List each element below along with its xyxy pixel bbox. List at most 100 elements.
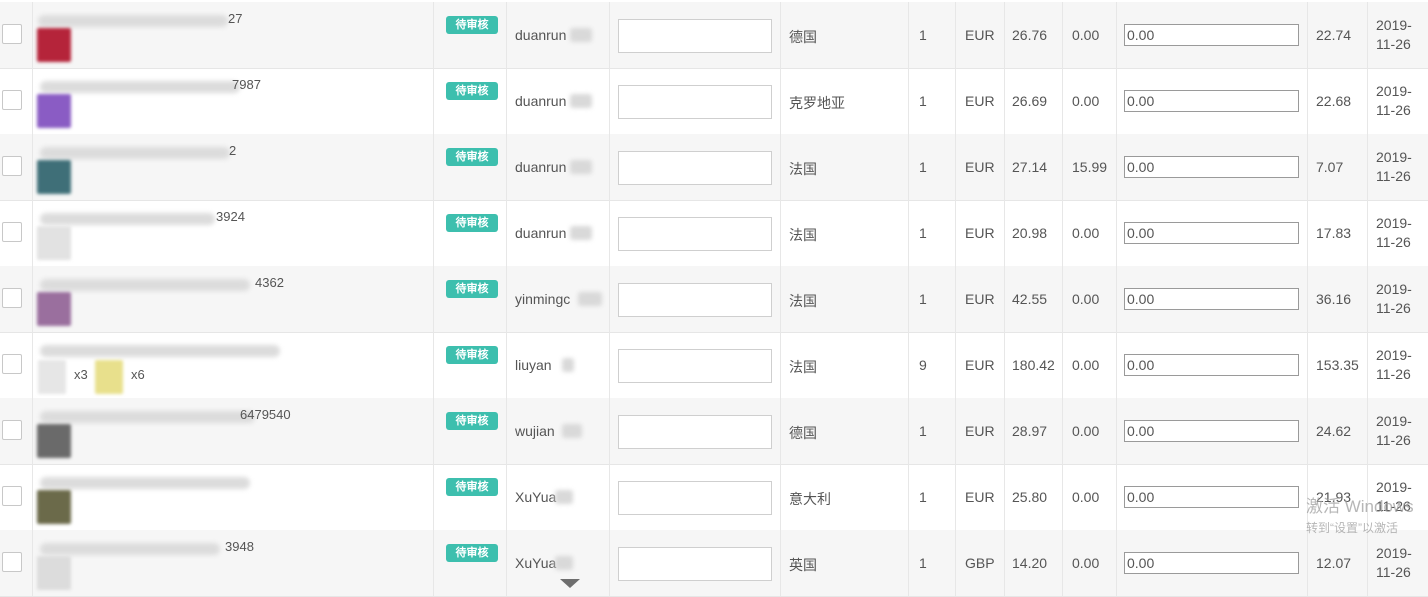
column-divider bbox=[609, 134, 610, 200]
sku-blurred bbox=[40, 147, 230, 159]
product-thumbnail[interactable] bbox=[37, 28, 71, 62]
column-divider bbox=[609, 200, 610, 266]
column-divider bbox=[955, 398, 956, 464]
order-date-line: 11-26 bbox=[1376, 102, 1411, 118]
profit: 7.07 bbox=[1316, 159, 1344, 175]
status-badge: 待审核 bbox=[446, 544, 498, 562]
row-checkbox[interactable] bbox=[2, 552, 22, 572]
order-date: 2019- 11-26 bbox=[1376, 544, 1412, 582]
remark-input[interactable] bbox=[618, 85, 772, 119]
remark-input[interactable] bbox=[618, 481, 772, 515]
product-thumbnail[interactable] bbox=[38, 360, 66, 394]
row-checkbox[interactable] bbox=[2, 156, 22, 176]
remark-input[interactable] bbox=[618, 151, 772, 185]
order-date-line: 11-26 bbox=[1376, 168, 1411, 184]
fee-input[interactable] bbox=[1124, 420, 1299, 442]
column-divider bbox=[433, 134, 434, 200]
price: 42.55 bbox=[1012, 291, 1048, 307]
product-thumbnail[interactable] bbox=[37, 424, 71, 458]
account-name: yinmingc bbox=[515, 291, 571, 307]
column-divider bbox=[1062, 200, 1063, 266]
remark-input[interactable] bbox=[618, 415, 772, 449]
fee-input[interactable] bbox=[1124, 354, 1299, 376]
product-thumbnail[interactable] bbox=[37, 226, 71, 260]
fee-input[interactable] bbox=[1124, 552, 1299, 574]
column-divider bbox=[780, 134, 781, 200]
column-divider bbox=[1062, 2, 1063, 68]
sku-text: 7987 bbox=[232, 77, 261, 92]
column-divider bbox=[1367, 530, 1368, 596]
order-date-line: 2019- bbox=[1376, 215, 1412, 231]
column-divider bbox=[955, 200, 956, 266]
chevron-down-icon[interactable] bbox=[560, 579, 580, 588]
product-thumbnail[interactable] bbox=[37, 490, 71, 524]
shipping: 15.99 bbox=[1072, 159, 1108, 175]
quantity: 1 bbox=[919, 489, 927, 505]
product-thumbnail[interactable] bbox=[37, 556, 71, 590]
column-divider bbox=[908, 200, 909, 266]
row-checkbox[interactable] bbox=[2, 90, 22, 110]
fee-input[interactable] bbox=[1124, 222, 1299, 244]
quantity: 1 bbox=[919, 93, 927, 109]
profit: 153.35 bbox=[1316, 357, 1359, 373]
account-name-blurred bbox=[562, 424, 583, 438]
profit: 24.62 bbox=[1316, 423, 1352, 439]
column-divider bbox=[780, 2, 781, 68]
column-divider bbox=[609, 68, 610, 134]
country: 法国 bbox=[789, 359, 817, 375]
product-thumbnail[interactable] bbox=[37, 94, 71, 128]
table-row: 待审核 XuYua 意大利 1 EUR 25.80 0.00 21.93 2019- 11-26 bbox=[0, 464, 1428, 531]
column-divider bbox=[609, 332, 610, 398]
row-checkbox[interactable] bbox=[2, 420, 22, 440]
fee-input[interactable] bbox=[1124, 486, 1299, 508]
column-divider bbox=[1004, 398, 1005, 464]
order-date: 2019- 11-26 bbox=[1376, 280, 1412, 318]
column-divider bbox=[1116, 464, 1117, 530]
account-name: duanrun bbox=[515, 225, 567, 241]
account-name: duanrun bbox=[515, 93, 567, 109]
row-checkbox[interactable] bbox=[2, 354, 22, 374]
column-divider bbox=[955, 68, 956, 134]
currency: EUR bbox=[965, 489, 995, 505]
order-date-line: 11-26 bbox=[1376, 432, 1411, 448]
remark-input[interactable] bbox=[618, 19, 772, 53]
column-divider bbox=[1367, 398, 1368, 464]
sku-blurred bbox=[40, 543, 220, 555]
fee-input[interactable] bbox=[1124, 90, 1299, 112]
country: 法国 bbox=[789, 227, 817, 243]
column-divider bbox=[908, 266, 909, 332]
remark-input[interactable] bbox=[618, 349, 772, 383]
remark-input[interactable] bbox=[618, 283, 772, 317]
row-checkbox[interactable] bbox=[2, 24, 22, 44]
remark-input[interactable] bbox=[618, 217, 772, 251]
column-divider bbox=[955, 530, 956, 596]
order-date-line: 2019- bbox=[1376, 281, 1412, 297]
column-divider bbox=[32, 200, 33, 266]
column-divider bbox=[908, 464, 909, 530]
quantity: 1 bbox=[919, 291, 927, 307]
row-checkbox[interactable] bbox=[2, 486, 22, 506]
product-thumbnail[interactable] bbox=[95, 360, 123, 394]
sku-text: 2 bbox=[229, 143, 237, 158]
column-divider bbox=[1062, 398, 1063, 464]
fee-input[interactable] bbox=[1124, 156, 1299, 178]
column-divider bbox=[1062, 266, 1063, 332]
column-divider bbox=[1116, 68, 1117, 134]
row-checkbox[interactable] bbox=[2, 222, 22, 242]
column-divider bbox=[1367, 68, 1368, 134]
account-name-blurred bbox=[554, 490, 573, 504]
account-name-blurred bbox=[570, 160, 593, 174]
column-divider bbox=[506, 200, 507, 266]
currency: EUR bbox=[965, 93, 995, 109]
fee-input[interactable] bbox=[1124, 24, 1299, 46]
currency: EUR bbox=[965, 357, 995, 373]
price: 26.69 bbox=[1012, 93, 1048, 109]
product-thumbnail[interactable] bbox=[37, 292, 71, 326]
product-thumbnail[interactable] bbox=[37, 160, 71, 194]
order-date-line: 11-26 bbox=[1376, 234, 1411, 250]
remark-input[interactable] bbox=[618, 547, 772, 581]
fee-input[interactable] bbox=[1124, 288, 1299, 310]
profit: 17.83 bbox=[1316, 225, 1352, 241]
column-divider bbox=[1367, 332, 1368, 398]
row-checkbox[interactable] bbox=[2, 288, 22, 308]
